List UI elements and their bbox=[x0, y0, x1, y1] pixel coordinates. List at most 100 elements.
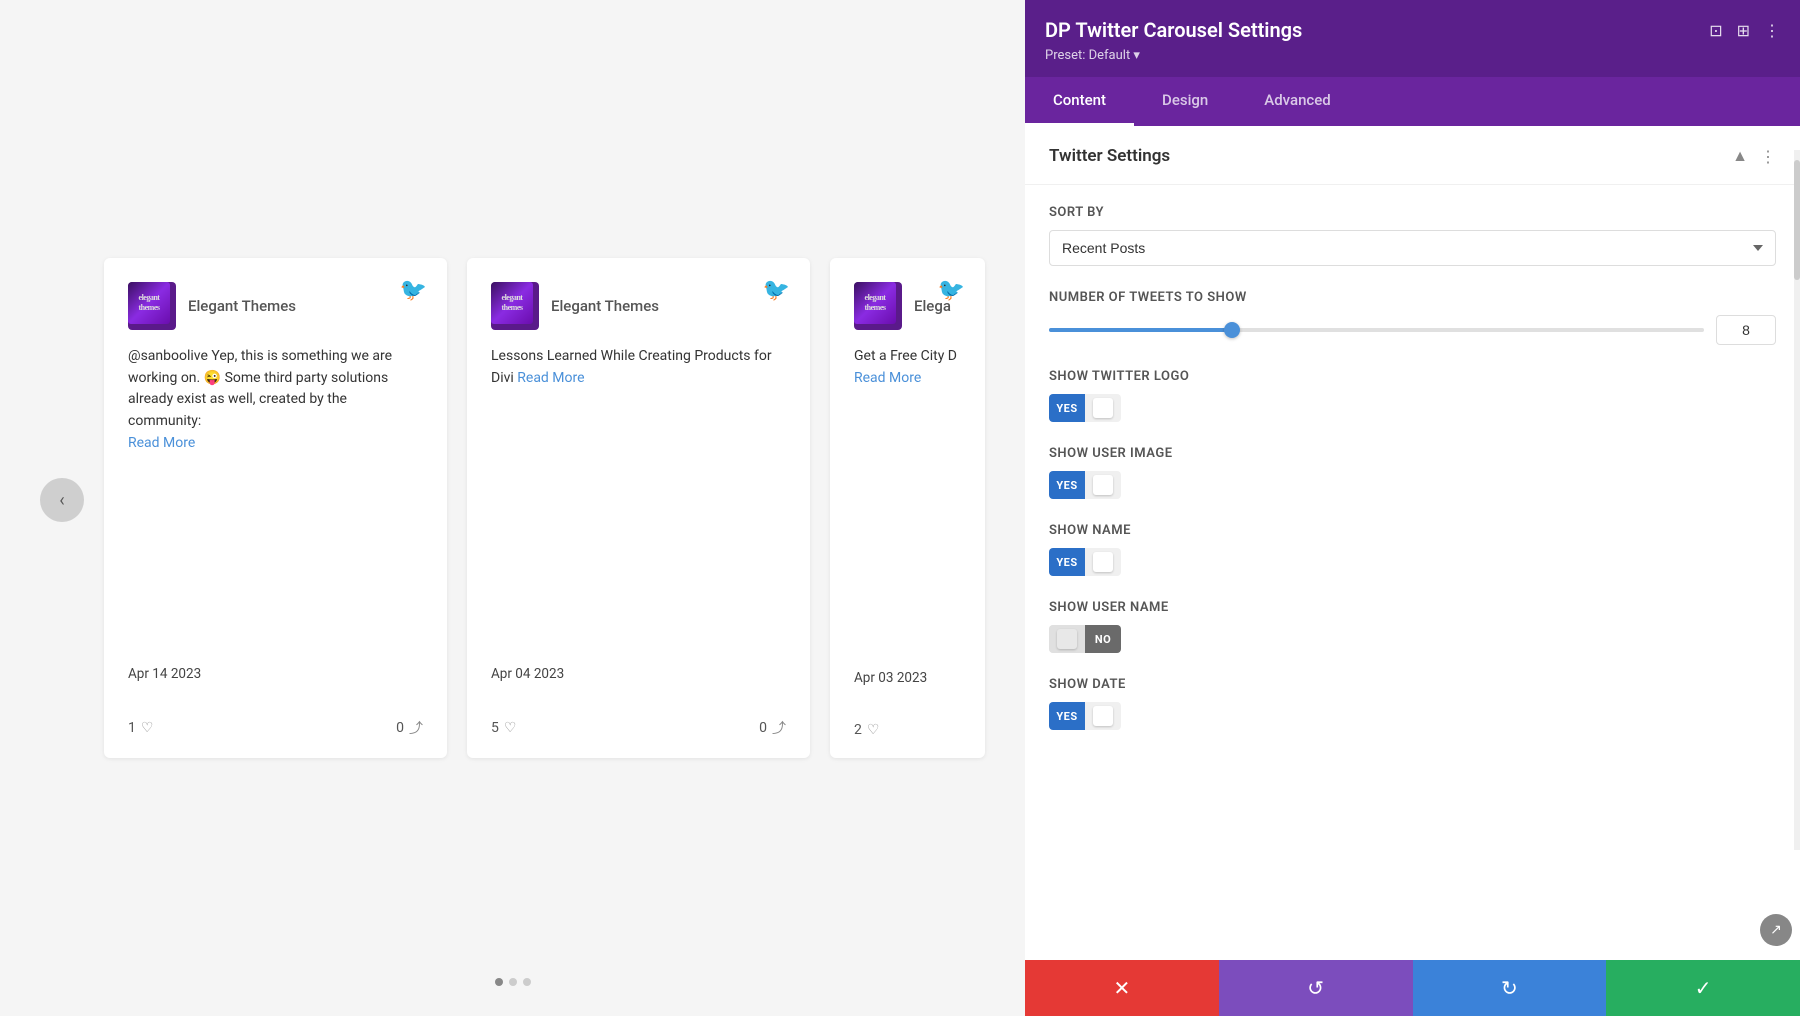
slider-fill bbox=[1049, 328, 1232, 332]
tweet-date-3: Apr 03 2023 bbox=[854, 670, 961, 686]
toggle-handle-3 bbox=[1085, 548, 1121, 576]
share-icon-2: ⤴ bbox=[772, 718, 786, 738]
show-user-image-toggle[interactable]: YES bbox=[1049, 471, 1776, 499]
num-tweets-slider-track[interactable] bbox=[1049, 328, 1704, 332]
show-name-group: Show Name YES bbox=[1049, 523, 1776, 576]
panel-body: Twitter Settings ▲ ⋮ Sort By Recent Post… bbox=[1025, 126, 1800, 960]
panel-tabs: Content Design Advanced bbox=[1025, 77, 1800, 126]
toggle-handle-2 bbox=[1085, 471, 1121, 499]
settings-content: Sort By Recent Posts Top Posts Number of… bbox=[1025, 185, 1800, 774]
show-twitter-logo-label: Show Twitter Logo bbox=[1049, 369, 1776, 384]
panel-preset[interactable]: Preset: Default ▾ bbox=[1045, 48, 1780, 63]
toggle-dot-off bbox=[1057, 629, 1077, 649]
dot-2[interactable] bbox=[509, 978, 517, 986]
tweet-card-2: 🐦 elegantthemes Elegant Themes Lessons L… bbox=[467, 258, 810, 758]
show-date-label: Show Date bbox=[1049, 677, 1776, 692]
collapse-icon[interactable]: ▲ bbox=[1732, 146, 1748, 166]
num-tweets-slider-row bbox=[1049, 315, 1776, 345]
twitter-logo-icon-3: 🐦 bbox=[938, 278, 965, 303]
user-row-1: elegantthemes Elegant Themes bbox=[128, 282, 423, 330]
scrollbar-track bbox=[1794, 150, 1800, 850]
show-user-image-group: Show User Image YES bbox=[1049, 446, 1776, 499]
avatar-label-1: elegantthemes bbox=[139, 293, 160, 312]
toggle-handle bbox=[1085, 394, 1121, 422]
read-more-link-1[interactable]: Read More bbox=[128, 435, 195, 451]
save-button[interactable]: ✓ bbox=[1606, 960, 1800, 1016]
toggle-off-left bbox=[1049, 625, 1085, 653]
tweet-date-2: Apr 04 2023 bbox=[491, 666, 786, 682]
show-name-toggle[interactable]: YES bbox=[1049, 548, 1776, 576]
read-more-link-2[interactable]: Read More bbox=[517, 370, 584, 386]
show-date-group: Show Date YES bbox=[1049, 677, 1776, 730]
tweet-text-1: @sanboolive Yep, this is something we ar… bbox=[128, 346, 423, 642]
screenshot-icon[interactable]: ⊡ bbox=[1709, 21, 1722, 40]
redo-button[interactable]: ↻ bbox=[1413, 960, 1607, 1016]
tweet-card-3: 🐦 elegantthemes Elega Get a Free City D … bbox=[830, 258, 985, 758]
section-header-icons: ▲ ⋮ bbox=[1732, 146, 1776, 166]
show-date-toggle[interactable]: YES bbox=[1049, 702, 1776, 730]
more-options-icon[interactable]: ⋮ bbox=[1764, 21, 1780, 40]
redo-icon: ↻ bbox=[1501, 976, 1518, 1000]
settings-panel: DP Twitter Carousel Settings ⊡ ⊞ ⋮ Prese… bbox=[1025, 0, 1800, 1016]
cards-container: ‹ 🐦 elegantthemes Elegant Themes @sanboo… bbox=[40, 258, 985, 758]
tweet-footer-2: 5 ♡ 0 ⤴ bbox=[491, 706, 786, 738]
twitter-settings-section: Twitter Settings ▲ ⋮ bbox=[1025, 126, 1800, 185]
twitter-logo-icon-1: 🐦 bbox=[400, 278, 427, 303]
show-twitter-logo-toggle[interactable]: YES bbox=[1049, 394, 1776, 422]
action-bar: ✕ ↺ ↻ ✓ bbox=[1025, 960, 1800, 1016]
toggle-yes-label-4: YES bbox=[1049, 702, 1085, 730]
toggle-username[interactable]: NO bbox=[1049, 625, 1121, 653]
undo-button[interactable]: ↺ bbox=[1219, 960, 1413, 1016]
heart-icon-1: ♡ bbox=[141, 720, 154, 736]
tab-content[interactable]: Content bbox=[1025, 77, 1134, 126]
heart-icon-2: ♡ bbox=[504, 720, 517, 736]
toggle-yes-label: YES bbox=[1049, 394, 1085, 422]
show-twitter-logo-group: Show Twitter Logo YES bbox=[1049, 369, 1776, 422]
toggle-yes-label-3: YES bbox=[1049, 548, 1085, 576]
twitter-logo-icon-2: 🐦 bbox=[763, 278, 790, 303]
toggle-date[interactable]: YES bbox=[1049, 702, 1121, 730]
show-user-image-label: Show User Image bbox=[1049, 446, 1776, 461]
show-name-label: Show Name bbox=[1049, 523, 1776, 538]
cancel-button[interactable]: ✕ bbox=[1025, 960, 1219, 1016]
panel-title: DP Twitter Carousel Settings bbox=[1045, 18, 1302, 42]
show-username-toggle[interactable]: NO bbox=[1049, 625, 1776, 653]
share-icon-1: ⤴ bbox=[409, 718, 423, 738]
dot-3[interactable] bbox=[523, 978, 531, 986]
carousel-dots bbox=[495, 978, 531, 986]
scrollbar-thumb[interactable] bbox=[1794, 160, 1800, 280]
panel-header: DP Twitter Carousel Settings ⊡ ⊞ ⋮ Prese… bbox=[1025, 0, 1800, 77]
main-content: ‹ 🐦 elegantthemes Elegant Themes @sanboo… bbox=[0, 0, 1025, 1016]
slider-thumb[interactable] bbox=[1224, 322, 1240, 338]
panel-header-icons: ⊡ ⊞ ⋮ bbox=[1709, 21, 1780, 40]
num-tweets-input[interactable] bbox=[1716, 315, 1776, 345]
read-more-link-3[interactable]: Read More bbox=[854, 370, 921, 386]
toggle-dot-2 bbox=[1093, 475, 1113, 495]
num-tweets-label: Number of tweets to show bbox=[1049, 290, 1776, 305]
heart-icon-3: ♡ bbox=[867, 722, 880, 738]
toggle-dot bbox=[1093, 398, 1113, 418]
tab-advanced[interactable]: Advanced bbox=[1236, 77, 1358, 126]
undo-icon: ↺ bbox=[1307, 976, 1324, 1000]
user-name-1: Elegant Themes bbox=[188, 297, 296, 315]
prev-arrow[interactable]: ‹ bbox=[40, 478, 84, 522]
avatar-1: elegantthemes bbox=[128, 282, 176, 330]
section-more-icon[interactable]: ⋮ bbox=[1760, 147, 1776, 166]
dot-1[interactable] bbox=[495, 978, 503, 986]
cancel-icon: ✕ bbox=[1113, 976, 1130, 1000]
likes-stat-2: 5 ♡ bbox=[491, 720, 516, 736]
corner-expand-button[interactable]: ↗ bbox=[1760, 914, 1792, 946]
toggle-name[interactable]: YES bbox=[1049, 548, 1121, 576]
sort-by-label: Sort By bbox=[1049, 205, 1776, 220]
tweet-card-1: 🐦 elegantthemes Elegant Themes @sanbooli… bbox=[104, 258, 447, 758]
layout-icon[interactable]: ⊞ bbox=[1737, 21, 1750, 40]
toggle-user-image[interactable]: YES bbox=[1049, 471, 1121, 499]
avatar-label-2: elegantthemes bbox=[502, 293, 523, 312]
toggle-no-label: NO bbox=[1085, 625, 1121, 653]
sort-by-select[interactable]: Recent Posts Top Posts bbox=[1049, 230, 1776, 266]
section-title: Twitter Settings bbox=[1049, 146, 1170, 166]
shares-stat-1: 0 ⤴ bbox=[396, 718, 423, 738]
toggle-twitter-logo[interactable]: YES bbox=[1049, 394, 1121, 422]
show-username-label: Show User Name bbox=[1049, 600, 1776, 615]
tab-design[interactable]: Design bbox=[1134, 77, 1236, 126]
